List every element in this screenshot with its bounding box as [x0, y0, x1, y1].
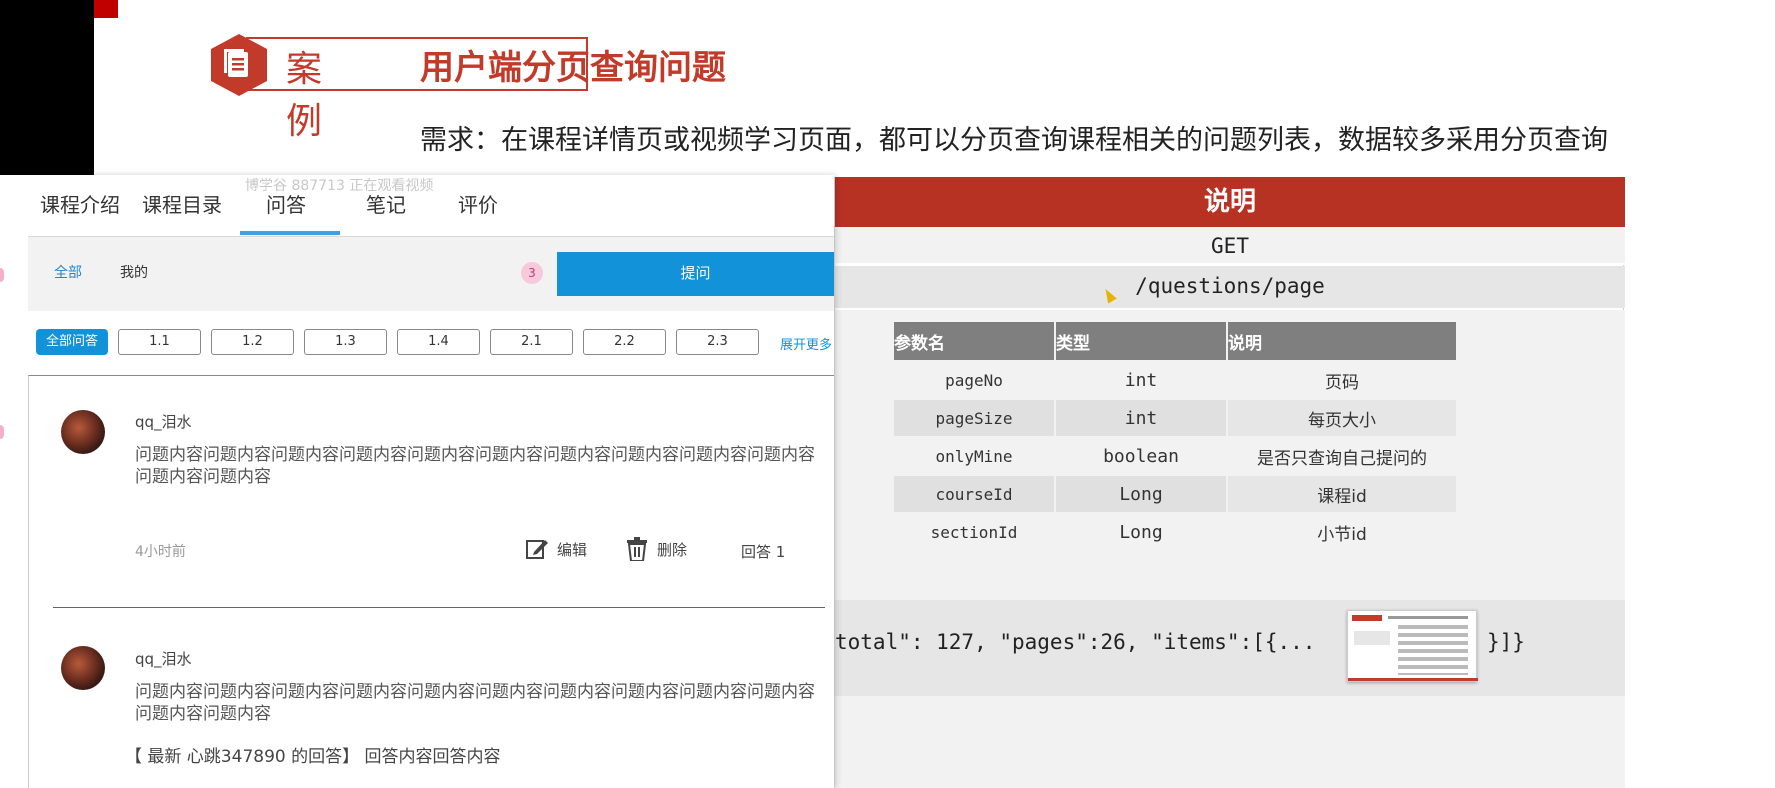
- question-content[interactable]: 问题内容问题内容问题内容问题内容问题内容问题内容问题内容问题内容问题内容问题内容…: [135, 681, 825, 725]
- tab-notes[interactable]: 笔记: [366, 189, 406, 218]
- course-tabs: 课程介绍 课程目录 问答 笔记 评价: [28, 175, 834, 237]
- param-type: boolean: [1056, 438, 1226, 474]
- delete-button[interactable]: 删除: [625, 537, 687, 561]
- chapter-chip[interactable]: 2.3: [676, 329, 759, 355]
- chapter-chip[interactable]: 2.2: [583, 329, 666, 355]
- question-time: 4小时前: [135, 544, 186, 560]
- params-row: sectionId Long 小节id: [894, 514, 1456, 550]
- param-type: Long: [1056, 514, 1226, 550]
- spec-header: 说明: [835, 177, 1625, 227]
- count-badge: 3: [521, 262, 543, 284]
- delete-label: 删除: [657, 540, 688, 559]
- chapter-chip[interactable]: 1.4: [397, 329, 480, 355]
- qa-app-panel: 博学谷 887713 正在观看视频 课程介绍 课程目录 问答 笔记 评价 全部 …: [0, 175, 834, 788]
- params-header-row: 参数名 类型 说明: [894, 322, 1456, 360]
- question-content[interactable]: 问题内容问题内容问题内容问题内容问题内容问题内容问题内容问题内容问题内容问题内容…: [135, 444, 825, 488]
- param-type: int: [1056, 362, 1226, 398]
- chapter-chip[interactable]: 2.1: [490, 329, 573, 355]
- question-username[interactable]: qq_泪水: [135, 411, 192, 432]
- filter-bar: 全部 我的 3 提问: [28, 237, 834, 311]
- side-marker: [0, 268, 4, 282]
- filter-mine[interactable]: 我的: [120, 262, 148, 282]
- question-list: qq_泪水 问题内容问题内容问题内容问题内容问题内容问题内容问题内容问题内容问题…: [28, 375, 834, 788]
- params-header-type: 类型: [1056, 322, 1226, 360]
- param-desc: 是否只查询自己提问的: [1228, 438, 1456, 474]
- api-path: /questions/page: [835, 266, 1625, 308]
- side-marker: [0, 425, 4, 439]
- chapter-filter-bar: 全部问答 1.1 1.2 1.3 1.4 2.1 2.2 2.3 展开更多: [28, 317, 834, 369]
- edit-label: 编辑: [557, 540, 588, 559]
- document-icon: [211, 34, 267, 96]
- params-row: courseId Long 课程id: [894, 476, 1456, 512]
- answers-count[interactable]: 回答 1: [741, 541, 785, 562]
- edit-icon: [526, 540, 548, 559]
- black-bar: [0, 0, 94, 175]
- params-row: pageSize int 每页大小: [894, 400, 1456, 436]
- expand-more-link[interactable]: 展开更多: [780, 334, 832, 353]
- tab-intro[interactable]: 课程介绍: [40, 189, 120, 218]
- response-example: total": 127, "pages":26, "items":[{... }…: [835, 600, 1625, 696]
- chapter-chip[interactable]: 1.2: [211, 329, 294, 355]
- screen: 案例 用户端分页查询问题 需求：在课程详情页或视频学习页面，都可以分页查询课程相…: [0, 0, 1775, 788]
- case-badge-label: 案例: [286, 49, 325, 142]
- params-header-name: 参数名: [894, 322, 1054, 360]
- response-suffix: }]}: [1487, 630, 1525, 654]
- param-name: pageNo: [894, 362, 1054, 398]
- question-divider: [53, 607, 825, 608]
- param-desc: 课程id: [1228, 476, 1456, 512]
- tab-reviews[interactable]: 评价: [458, 189, 498, 218]
- param-type: Long: [1056, 476, 1226, 512]
- page-title: 用户端分页查询问题: [420, 48, 726, 88]
- api-spec-panel: 说明 GET /questions/page 参数名 类型 说明 pageNo …: [834, 177, 1625, 788]
- red-corner-mark: [94, 0, 118, 18]
- params-row: pageNo int 页码: [894, 362, 1456, 398]
- param-desc: 小节id: [1228, 514, 1456, 550]
- response-prefix: total": 127, "pages":26, "items":[{...: [835, 630, 1316, 654]
- param-name: courseId: [894, 476, 1054, 512]
- question-username[interactable]: qq_泪水: [135, 648, 192, 669]
- requirement-text: 需求：在课程详情页或视频学习页面，都可以分页查询课程相关的问题列表，数据较多采用…: [420, 125, 1608, 156]
- trash-icon: [627, 537, 647, 561]
- filter-all[interactable]: 全部: [54, 262, 82, 282]
- param-desc: 页码: [1228, 362, 1456, 398]
- ask-question-button[interactable]: 提问: [557, 252, 834, 296]
- params-row: onlyMine boolean 是否只查询自己提问的: [894, 438, 1456, 474]
- latest-reply[interactable]: 【 最新 心跳347890 的回答】 回答内容回答内容: [125, 742, 501, 767]
- avatar[interactable]: [61, 410, 105, 454]
- tab-qa[interactable]: 问答: [266, 189, 306, 218]
- params-table: 参数名 类型 说明 pageNo int 页码 pageSize int 每页大…: [892, 320, 1458, 552]
- tab-catalog[interactable]: 课程目录: [142, 189, 222, 218]
- slide-thumbnail: [1347, 610, 1478, 682]
- param-desc: 每页大小: [1228, 400, 1456, 436]
- param-name: onlyMine: [894, 438, 1054, 474]
- params-header-desc: 说明: [1228, 322, 1456, 360]
- chapter-chip[interactable]: 1.3: [304, 329, 387, 355]
- spec-empty-row: [835, 698, 1625, 788]
- edit-button[interactable]: 编辑: [525, 537, 587, 561]
- active-tab-indicator: [240, 231, 340, 235]
- http-method: GET: [835, 227, 1625, 265]
- chapter-chip-all[interactable]: 全部问答: [36, 329, 108, 355]
- avatar[interactable]: [61, 646, 105, 690]
- param-name: pageSize: [894, 400, 1054, 436]
- param-type: int: [1056, 400, 1226, 436]
- param-name: sectionId: [894, 514, 1054, 550]
- chapter-chip[interactable]: 1.1: [118, 329, 201, 355]
